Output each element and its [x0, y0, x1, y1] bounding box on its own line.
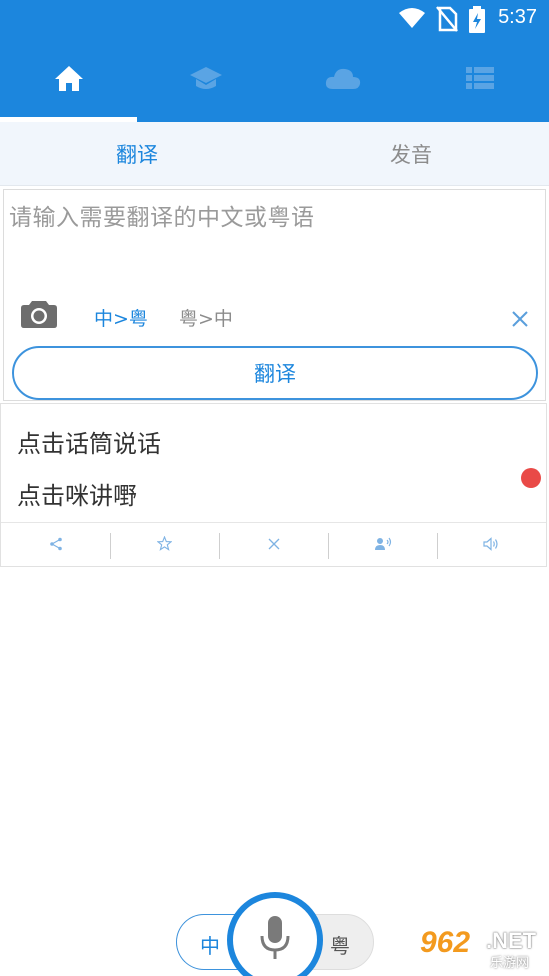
share-button[interactable] [1, 523, 110, 568]
status-time: 5:37 [498, 6, 537, 28]
nav-tab-home[interactable] [0, 38, 137, 122]
favorite-button[interactable] [110, 523, 219, 568]
site-watermark: 962 .NET 乐游网 [414, 926, 546, 972]
volume-icon [482, 536, 501, 555]
watermark-suffix: .NET [486, 928, 537, 953]
list-icon [465, 65, 495, 95]
camera-icon[interactable] [20, 299, 58, 333]
no-sim-icon [436, 6, 458, 36]
direction-yue-to-zh[interactable]: 粤>中 [179, 304, 233, 331]
result-card: 点击话筒说话 点击咪讲嘢 [0, 403, 547, 567]
result-action-bar [1, 522, 546, 567]
cloud-icon [324, 65, 362, 95]
delete-button[interactable] [219, 523, 328, 568]
star-icon [156, 535, 173, 555]
translate-button[interactable]: 翻译 [12, 346, 538, 400]
home-icon [53, 64, 85, 96]
language-zh-label[interactable]: 中 [200, 930, 220, 959]
status-bar: 5:37 [0, 0, 549, 38]
language-yue-label[interactable]: 粤 [330, 930, 350, 959]
microphone-icon [258, 915, 292, 965]
microphone-button[interactable] [227, 892, 323, 976]
close-icon [267, 536, 281, 555]
wifi-icon [398, 6, 426, 34]
sub-tab-bar: 翻译 发音 [0, 122, 549, 186]
tab-pronounce[interactable]: 发音 [274, 122, 548, 186]
tab-translate[interactable]: 翻译 [0, 122, 274, 186]
watermark-site: 乐游网 [490, 956, 530, 971]
share-icon [49, 536, 63, 555]
input-card: 请输入需要翻译的中文或粤语 中>粤 粤>中 翻译 [3, 189, 546, 401]
graduation-cap-icon [189, 64, 223, 96]
speak-person-button[interactable] [328, 523, 437, 568]
nav-tab-list[interactable] [411, 38, 548, 122]
watermark-number: 962 [420, 926, 471, 959]
clear-icon[interactable] [511, 310, 529, 332]
source-text: 点击话筒说话 [17, 430, 161, 458]
battery-charging-icon [468, 6, 486, 38]
nav-tab-cloud[interactable] [274, 38, 411, 122]
translated-text: 点击咪讲嘢 [17, 482, 137, 510]
app-bar: 5:37 [0, 0, 549, 122]
direction-zh-to-yue[interactable]: 中>粤 [94, 304, 148, 331]
translate-input[interactable]: 请输入需要翻译的中文或粤语 [9, 198, 539, 232]
play-audio-button[interactable] [437, 523, 546, 568]
nav-tab-learn[interactable] [137, 38, 274, 122]
speaker-person-icon [374, 536, 392, 555]
record-indicator [521, 468, 541, 488]
